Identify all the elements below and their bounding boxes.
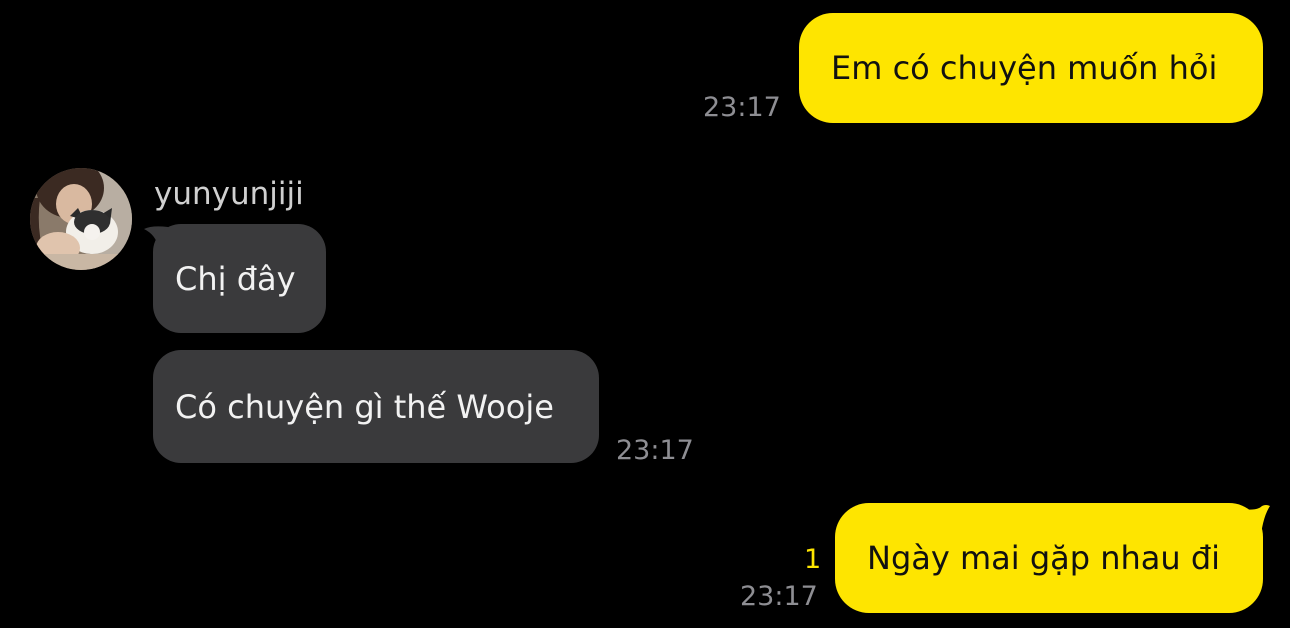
outgoing-message-bubble[interactable]: Em có chuyện muốn hỏi bbox=[799, 13, 1263, 123]
message-text: Có chuyện gì thế Wooje bbox=[175, 387, 554, 426]
message-text: Ngày mai gặp nhau đi bbox=[867, 539, 1221, 577]
incoming-message-bubble[interactable]: Chị đây bbox=[153, 224, 326, 333]
message-timestamp: 23:17 bbox=[703, 92, 781, 123]
outgoing-message-bubble[interactable]: Ngày mai gặp nhau đi bbox=[835, 503, 1263, 613]
message-text: Em có chuyện muốn hỏi bbox=[831, 49, 1218, 87]
sender-avatar[interactable] bbox=[30, 168, 132, 270]
profile-photo-girl-with-cat-icon bbox=[30, 168, 132, 270]
incoming-message-bubble[interactable]: Có chuyện gì thế Wooje bbox=[153, 350, 599, 463]
message-timestamp: 23:17 bbox=[740, 581, 818, 612]
message-timestamp: 23:17 bbox=[616, 435, 694, 466]
chat-view: Em có chuyện muốn hỏi 23:17 yunyunjiji C… bbox=[0, 0, 1290, 628]
sender-name: yunyunjiji bbox=[154, 176, 304, 212]
unread-count: 1 bbox=[804, 544, 822, 575]
message-text: Chị đây bbox=[175, 259, 296, 298]
